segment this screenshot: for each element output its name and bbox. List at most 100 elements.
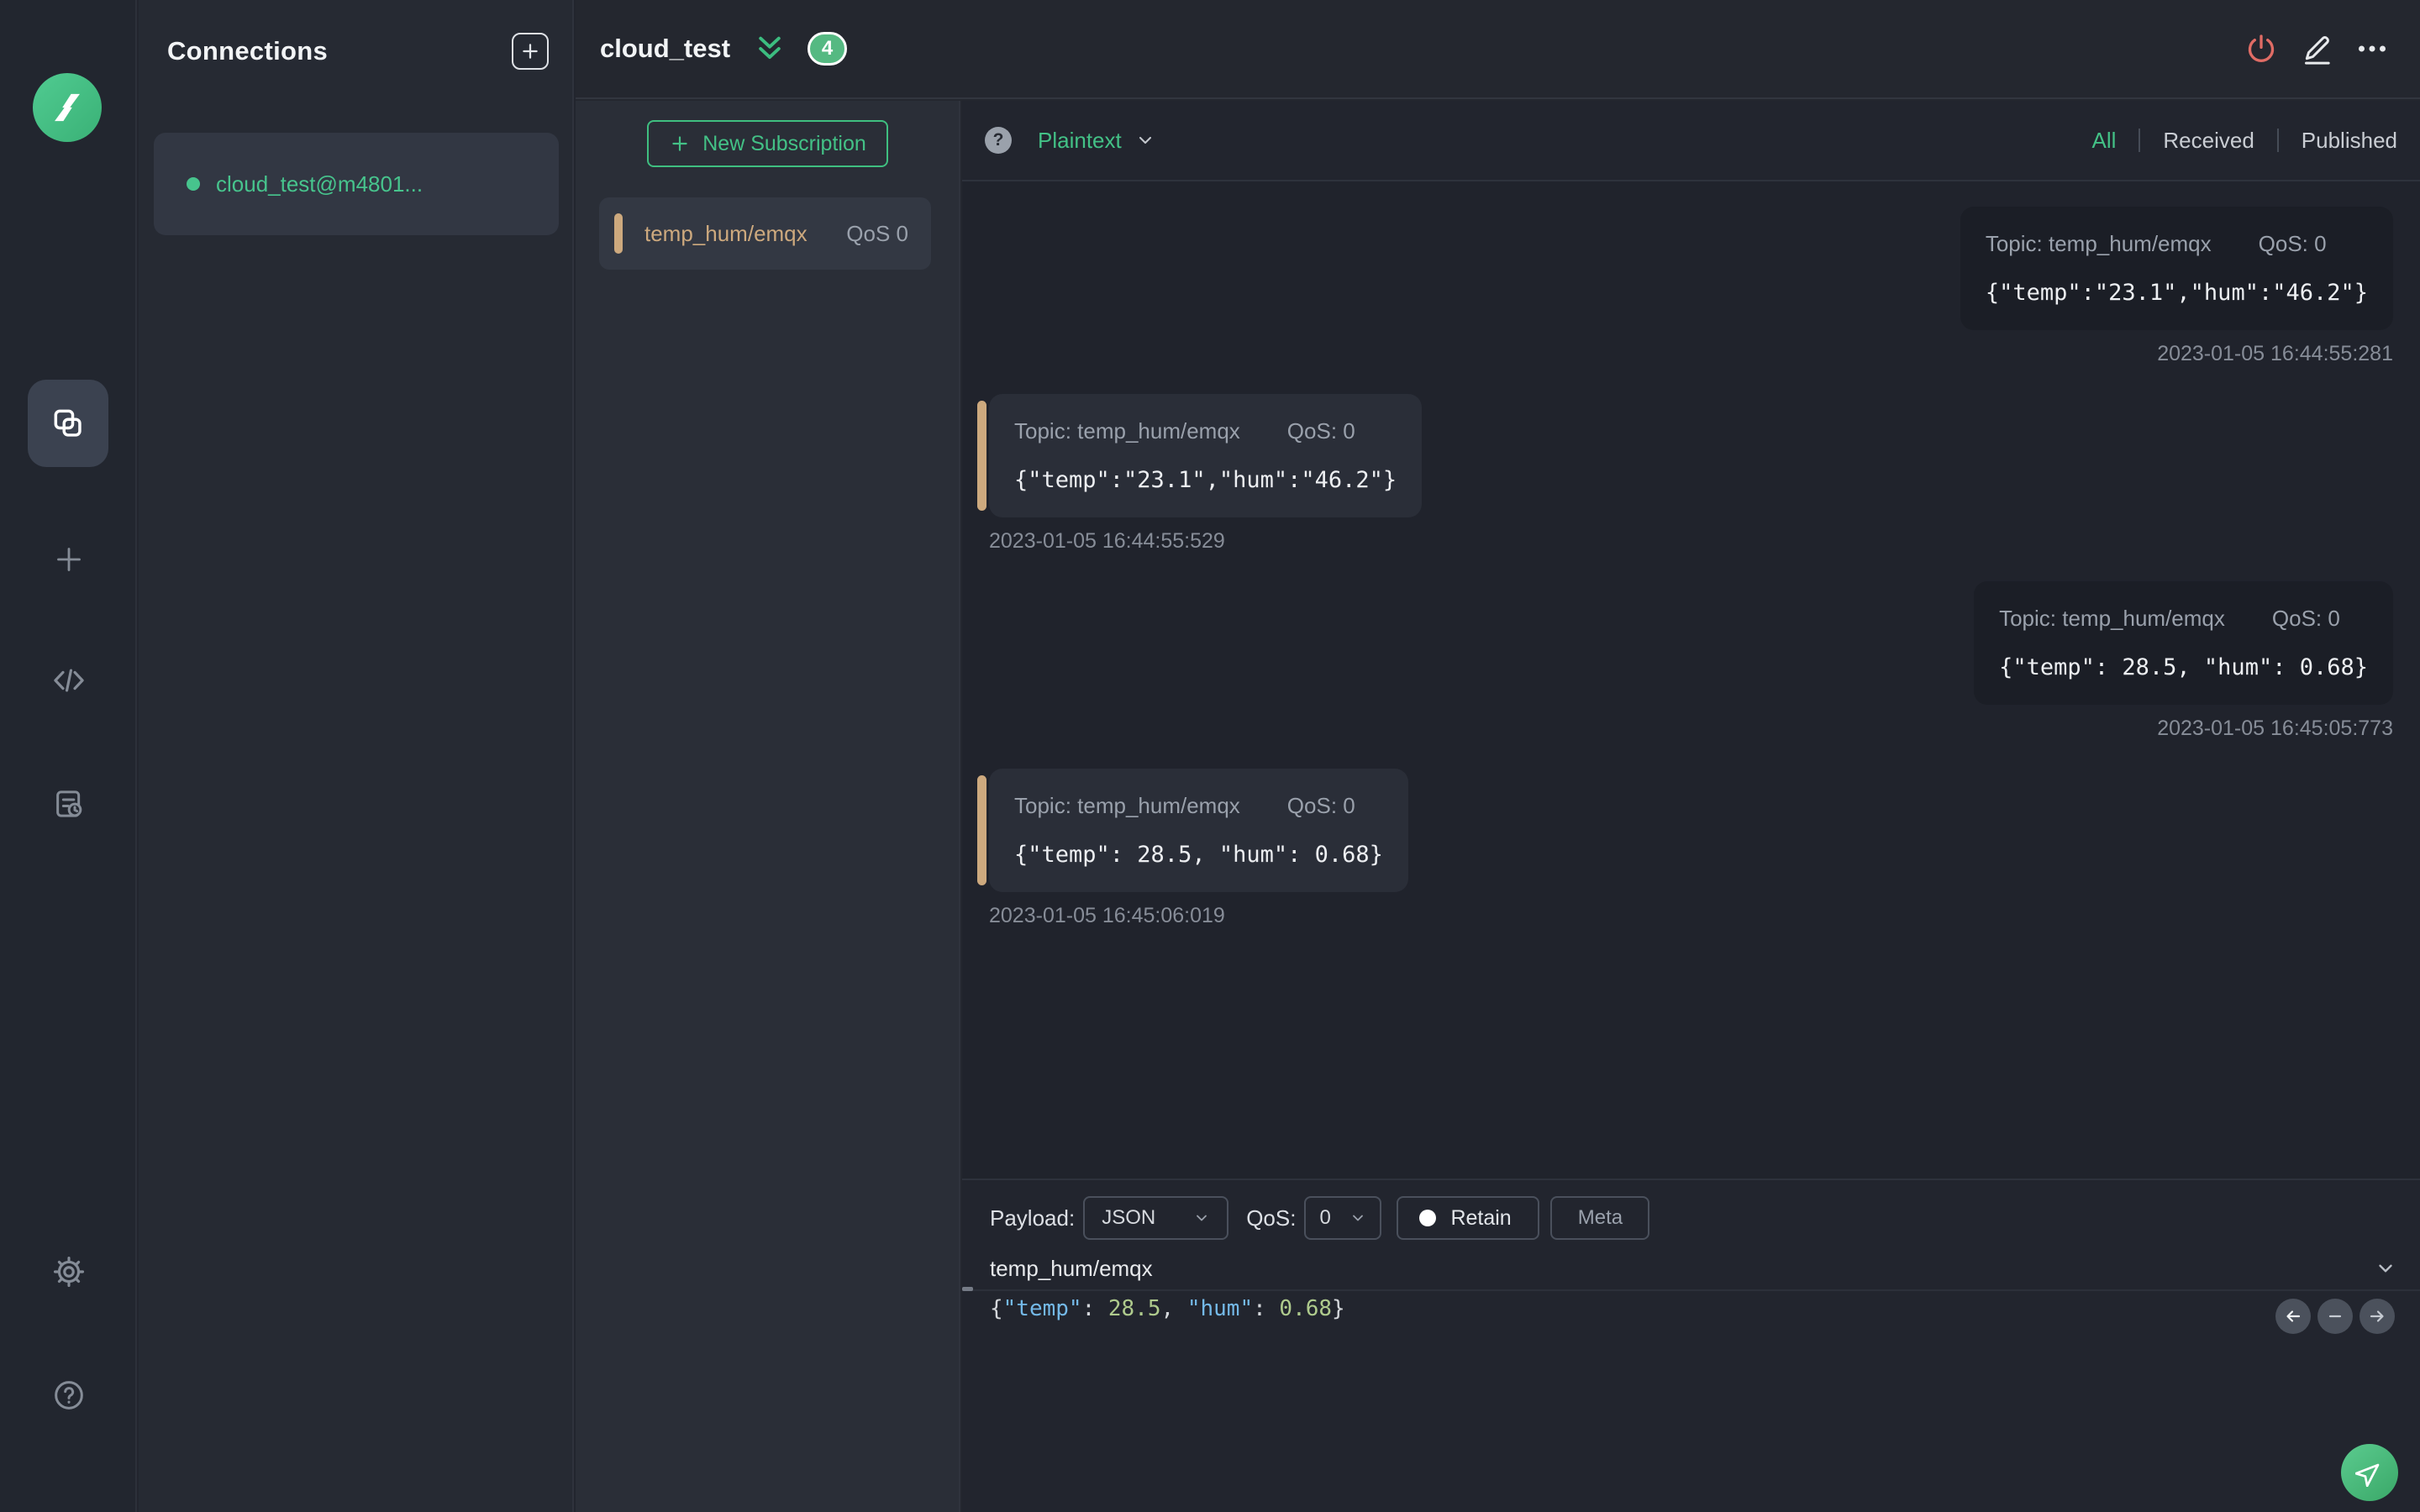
history-prev-button[interactable] [2275, 1299, 2311, 1334]
gear-icon [53, 1256, 84, 1288]
message-published: Topic: temp_hum/emqx QoS: 0 {"temp": 28.… [1974, 581, 2393, 741]
message-payload: {"temp": 28.5, "hum": 0.68} [1014, 842, 1383, 868]
message-format-select[interactable]: Plaintext [1038, 128, 1155, 154]
connection-title: cloud_test [600, 34, 731, 63]
chevron-down-icon [1197, 1215, 1207, 1221]
payload-token: , [1160, 1296, 1187, 1321]
header-actions [2244, 32, 2389, 66]
filter-divider [2139, 129, 2141, 152]
chevron-down-icon [1353, 1215, 1364, 1221]
meta-label: Meta [1577, 1206, 1623, 1229]
message-count-badge: 4 [808, 32, 848, 66]
subscription-qos: QoS 0 [846, 220, 908, 246]
message-qos: QoS: 0 [1286, 793, 1355, 818]
message-topic: Topic: temp_hum/emqx [1999, 606, 2225, 631]
message-row: Topic: temp_hum/emqx QoS: 0 {"temp": 28.… [1974, 581, 2393, 705]
new-subscription-button[interactable]: New Subscription [647, 120, 888, 167]
qos-select[interactable]: 0 [1304, 1196, 1382, 1240]
sidebar-item-new-connection[interactable] [0, 543, 137, 576]
payload-format-help-icon[interactable]: ? [985, 127, 1012, 154]
message-row: Topic: temp_hum/emqx QoS: 0 {"temp": 28.… [977, 769, 1408, 892]
log-icon [55, 790, 82, 817]
message-card: Topic: temp_hum/emqx QoS: 0 {"temp": 28.… [989, 769, 1408, 892]
sidebar-item-connections[interactable] [28, 380, 108, 467]
payload-format-select[interactable]: JSON [1083, 1196, 1229, 1240]
editor-gutter-mark [962, 1287, 973, 1291]
plus-icon [56, 548, 81, 571]
chevron-down-icon [1139, 136, 1151, 144]
retain-dot-icon [1419, 1210, 1437, 1226]
message-list[interactable]: Topic: temp_hum/emqx QoS: 0 {"temp":"23.… [962, 183, 2420, 1179]
connections-panel: Connections cloud_test@m4801... [139, 0, 574, 1512]
message-meta: Topic: temp_hum/emqx QoS: 0 [1014, 793, 1383, 819]
minus-icon [2328, 1315, 2342, 1318]
message-published: Topic: temp_hum/emqx QoS: 0 {"temp":"23.… [1960, 207, 2393, 366]
message-card: Topic: temp_hum/emqx QoS: 0 {"temp":"23.… [989, 394, 1423, 517]
send-button[interactable] [2341, 1444, 2398, 1501]
message-timestamp: 2023-01-05 16:44:55:529 [989, 529, 1225, 553]
message-topic: Topic: temp_hum/emqx [1014, 418, 1240, 444]
filter-published[interactable]: Published [2302, 128, 2397, 154]
subscriptions-panel: New Subscription temp_hum/emqx QoS 0 [576, 101, 960, 1512]
subscription-item[interactable]: temp_hum/emqx QoS 0 [599, 197, 931, 270]
publish-payload-editor[interactable]: {"temp": 28.5, "hum": 0.68} [990, 1296, 1345, 1321]
message-row: Topic: temp_hum/emqx QoS: 0 {"temp":"23.… [977, 394, 1423, 517]
sidebar-item-settings[interactable] [0, 1254, 137, 1289]
connection-status-dot [187, 177, 200, 191]
connection-item[interactable]: cloud_test@m4801... [154, 133, 559, 235]
message-topic: Topic: temp_hum/emqx [1985, 231, 2212, 256]
connections-title: Connections [167, 36, 329, 66]
message-topic: Topic: temp_hum/emqx [1014, 793, 1240, 818]
retain-label: Retain [1450, 1205, 1512, 1230]
sidebar-item-help[interactable] [0, 1378, 137, 1412]
history-clear-button[interactable] [2317, 1299, 2353, 1334]
pencil-icon [2305, 36, 2330, 65]
add-connection-button[interactable] [512, 33, 549, 70]
nav-rail [0, 0, 137, 1512]
collapse-connection-button[interactable] [754, 34, 786, 63]
collapse-editor-icon[interactable] [2375, 1257, 2396, 1279]
publish-topic-row: temp_hum/emqx [990, 1251, 2396, 1286]
history-next-button[interactable] [2360, 1299, 2395, 1334]
message-history-pager [2275, 1299, 2395, 1334]
message-payload: {"temp":"23.1","hum":"46.2"} [1985, 280, 2368, 306]
mqttx-logo-icon [55, 93, 80, 122]
arrow-left-icon [2286, 1310, 2301, 1322]
filter-all[interactable]: All [2091, 128, 2116, 154]
new-subscription-label: New Subscription [702, 131, 866, 155]
code-icon [53, 669, 84, 692]
message-received: Topic: temp_hum/emqx QoS: 0 {"temp": 28.… [977, 769, 1408, 928]
publish-panel: Payload: JSON QoS: 0 Retain Meta temp_hu… [962, 1179, 2420, 1512]
subscription-topic: temp_hum/emqx [644, 220, 808, 246]
payload-token: 0.68 [1279, 1296, 1333, 1321]
payload-token: "hum" [1186, 1296, 1254, 1321]
payload-token: } [1332, 1296, 1345, 1321]
message-card: Topic: temp_hum/emqx QoS: 0 {"temp": 28.… [1974, 581, 2393, 705]
message-qos: QoS: 0 [2271, 606, 2340, 631]
publish-toolbar: Payload: JSON QoS: 0 Retain Meta [990, 1196, 1650, 1240]
filter-divider [2276, 129, 2279, 152]
filter-received[interactable]: Received [2163, 128, 2254, 154]
message-row: Topic: temp_hum/emqx QoS: 0 {"temp":"23.… [1960, 207, 2393, 330]
payload-token: "temp" [1002, 1296, 1082, 1321]
send-icon [2355, 1463, 2380, 1487]
sidebar-item-script[interactable] [0, 663, 137, 698]
payload-format-label: Payload: [990, 1205, 1076, 1231]
mqttx-logo [33, 73, 102, 142]
meta-button[interactable]: Meta [1550, 1196, 1650, 1240]
message-received: Topic: temp_hum/emqx QoS: 0 {"temp":"23.… [977, 394, 1423, 554]
message-payload: {"temp": 28.5, "hum": 0.68} [1999, 654, 2368, 680]
connection-header-bar: cloud_test 4 [576, 0, 2420, 99]
arrow-right-icon [2370, 1310, 2384, 1322]
publish-topic-input[interactable]: temp_hum/emqx [990, 1256, 1153, 1282]
subscription-color-bar [614, 213, 623, 254]
disconnect-button[interactable] [2244, 32, 2278, 66]
payload-token: { [990, 1296, 1003, 1321]
more-options-button[interactable] [2355, 32, 2389, 66]
edit-connection-button[interactable] [2300, 32, 2333, 66]
sidebar-item-log[interactable] [0, 787, 137, 821]
payload-token: : [1253, 1296, 1280, 1321]
retain-toggle[interactable]: Retain [1397, 1196, 1540, 1240]
message-card: Topic: temp_hum/emqx QoS: 0 {"temp":"23.… [1960, 207, 2393, 330]
messages-column: ? Plaintext All Received Published Topic… [962, 101, 2420, 1512]
